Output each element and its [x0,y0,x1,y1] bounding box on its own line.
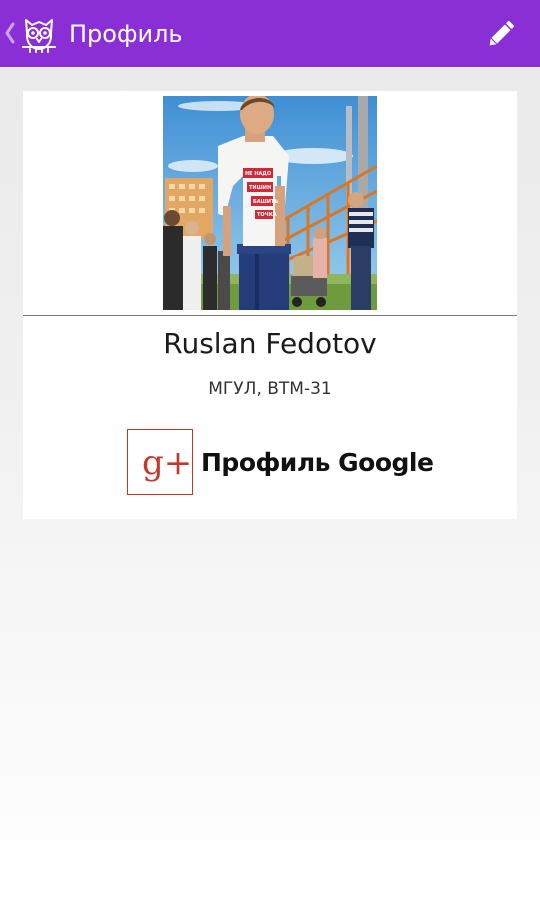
profile-card: НЕ НАДО ТИШИН БАШИТЬ ТОЧКА Ruslan Fedoto… [23,91,517,519]
page-title: Профиль [69,20,183,48]
google-plus-icon-text: g+ [142,443,192,483]
google-profile-link[interactable]: g+ Профиль Google [127,429,434,497]
tshirt-text-2: ТИШИН [249,185,271,191]
tshirt-text-4: ТОЧКА [257,212,277,218]
edit-button[interactable] [480,13,522,55]
tshirt-text-3: БАШИТЬ [253,199,278,205]
action-bar: Профиль [0,0,540,67]
google-plus-icon: g+ [127,429,193,495]
profile-photo: НЕ НАДО ТИШИН БАШИТЬ ТОЧКА [163,96,377,310]
tshirt-text-1: НЕ НАДО [245,171,271,177]
profile-group: МГУЛ, ВТМ-31 [208,379,332,399]
profile-name: Ruslan Fedotov [163,327,377,360]
pencil-icon [489,20,515,46]
google-profile-label: Профиль Google [201,448,434,477]
back-chevron-icon[interactable] [3,18,17,48]
divider [23,315,517,316]
owl-logo-icon[interactable] [18,13,60,55]
